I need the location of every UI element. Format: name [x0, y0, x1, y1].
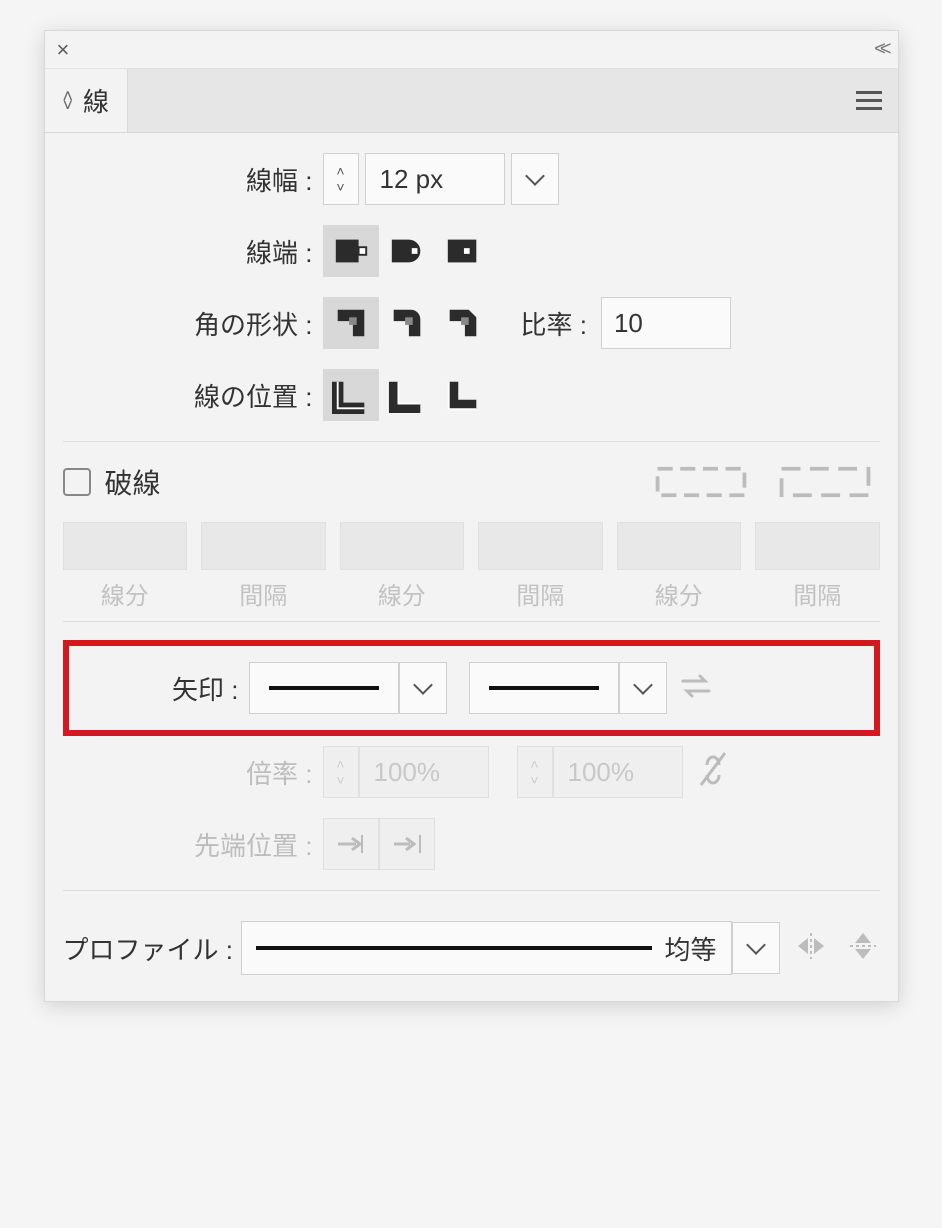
stroke-panel: × << ˄˅ 線 線幅 : ˄˅ 12 px 線端 : [44, 30, 899, 1002]
join-round-icon[interactable] [379, 297, 435, 349]
stroke-width-input[interactable]: 12 px [365, 153, 505, 205]
swap-arrows-icon[interactable] [679, 669, 713, 708]
dash-col-6: 間隔 [755, 576, 880, 611]
arrow-scale-start-input: 100% [359, 746, 489, 798]
dash-input-4[interactable] [478, 522, 603, 570]
label-stroke-width: 線幅 : [63, 161, 323, 198]
arrow-end-dropdown[interactable] [619, 662, 667, 714]
dash-col-2: 間隔 [201, 576, 326, 611]
close-icon[interactable]: × [57, 39, 70, 61]
profile-preview-line [256, 946, 653, 950]
panel-content: 線幅 : ˄˅ 12 px 線端 : [45, 133, 898, 1001]
dash-input-2[interactable] [201, 522, 326, 570]
profile-end-icons [794, 929, 880, 968]
row-join: 角の形状 : 比率 : 10 [63, 297, 880, 349]
tip-align-end-icon[interactable] [379, 818, 435, 870]
label-dash: 破線 [105, 462, 161, 502]
dash-col-labels: 線分 間隔 線分 間隔 線分 間隔 [63, 576, 880, 611]
label-cap: 線端 : [63, 233, 323, 270]
align-inside-icon[interactable] [379, 369, 435, 421]
label-profile: プロファイル : [63, 930, 233, 967]
label-arrow-scale: 倍率 : [63, 754, 323, 791]
arrow-start-select[interactable] [249, 662, 399, 714]
stroke-width-stepper[interactable]: ˄˅ [323, 153, 359, 205]
dash-checkbox[interactable] [63, 468, 91, 496]
dash-align-group [646, 460, 880, 504]
label-align: 線の位置 : [63, 377, 323, 414]
row-profile: プロファイル : 均等 [63, 909, 880, 995]
link-scale-icon[interactable] [695, 749, 731, 796]
dash-col-1: 線分 [63, 576, 188, 611]
profile-dropdown[interactable] [732, 922, 780, 974]
row-cap: 線端 : [63, 225, 880, 277]
profile-select[interactable]: 均等 [241, 921, 732, 975]
label-tip-align: 先端位置 : [63, 826, 323, 863]
arrow-end-select[interactable] [469, 662, 619, 714]
cap-toggle-group [323, 225, 491, 277]
arrow-scale-end-input: 100% [553, 746, 683, 798]
flip-horizontal-icon[interactable] [794, 929, 828, 968]
row-arrow-scale: 倍率 : ˄˅ 100% ˄˅ 100% [63, 746, 880, 798]
label-ratio: 比率 : [521, 305, 587, 342]
arrow-scale-end-stepper: ˄˅ [517, 746, 553, 798]
divider [63, 621, 880, 622]
collapse-icon[interactable]: << [874, 38, 885, 61]
divider [63, 441, 880, 442]
dash-input-5[interactable] [617, 522, 742, 570]
dash-col-5: 線分 [617, 576, 742, 611]
join-toggle-group [323, 297, 491, 349]
flip-vertical-icon[interactable] [846, 929, 880, 968]
titlebar: × << [45, 31, 898, 69]
tab-stroke[interactable]: ˄˅ 線 [45, 69, 129, 132]
row-tip-align: 先端位置 : [63, 818, 880, 870]
tab-bar: ˄˅ 線 [45, 69, 898, 133]
ratio-input[interactable]: 10 [601, 297, 731, 349]
dash-input-1[interactable] [63, 522, 188, 570]
hamburger-icon[interactable] [840, 91, 898, 110]
label-arrow: 矢印 : [69, 670, 249, 707]
align-center-icon[interactable] [323, 369, 379, 421]
cap-projecting-icon[interactable] [435, 225, 491, 277]
row-align: 線の位置 : [63, 369, 880, 421]
cap-butt-icon[interactable] [323, 225, 379, 277]
arrow-row-highlight: 矢印 : [63, 640, 880, 736]
dash-inputs [63, 522, 880, 570]
align-outside-icon[interactable] [435, 369, 491, 421]
row-dash: 破線 [63, 460, 880, 504]
arrow-start-dropdown[interactable] [399, 662, 447, 714]
row-stroke-width: 線幅 : ˄˅ 12 px [63, 153, 880, 205]
cap-round-icon[interactable] [379, 225, 435, 277]
dash-align-corners-icon[interactable] [770, 460, 880, 504]
join-miter-icon[interactable] [323, 297, 379, 349]
dash-col-3: 線分 [340, 576, 465, 611]
dash-align-exact-icon[interactable] [646, 460, 756, 504]
divider [63, 890, 880, 891]
join-bevel-icon[interactable] [435, 297, 491, 349]
stroke-width-dropdown[interactable] [511, 153, 559, 205]
dash-input-6[interactable] [755, 522, 880, 570]
expand-icon: ˄˅ [63, 92, 74, 110]
dash-col-4: 間隔 [478, 576, 603, 611]
arrow-scale-start-stepper: ˄˅ [323, 746, 359, 798]
profile-value: 均等 [664, 930, 716, 967]
label-join: 角の形状 : [63, 305, 323, 342]
tab-title: 線 [83, 82, 109, 119]
tip-align-extend-icon[interactable] [323, 818, 379, 870]
dash-input-3[interactable] [340, 522, 465, 570]
align-toggle-group [323, 369, 491, 421]
